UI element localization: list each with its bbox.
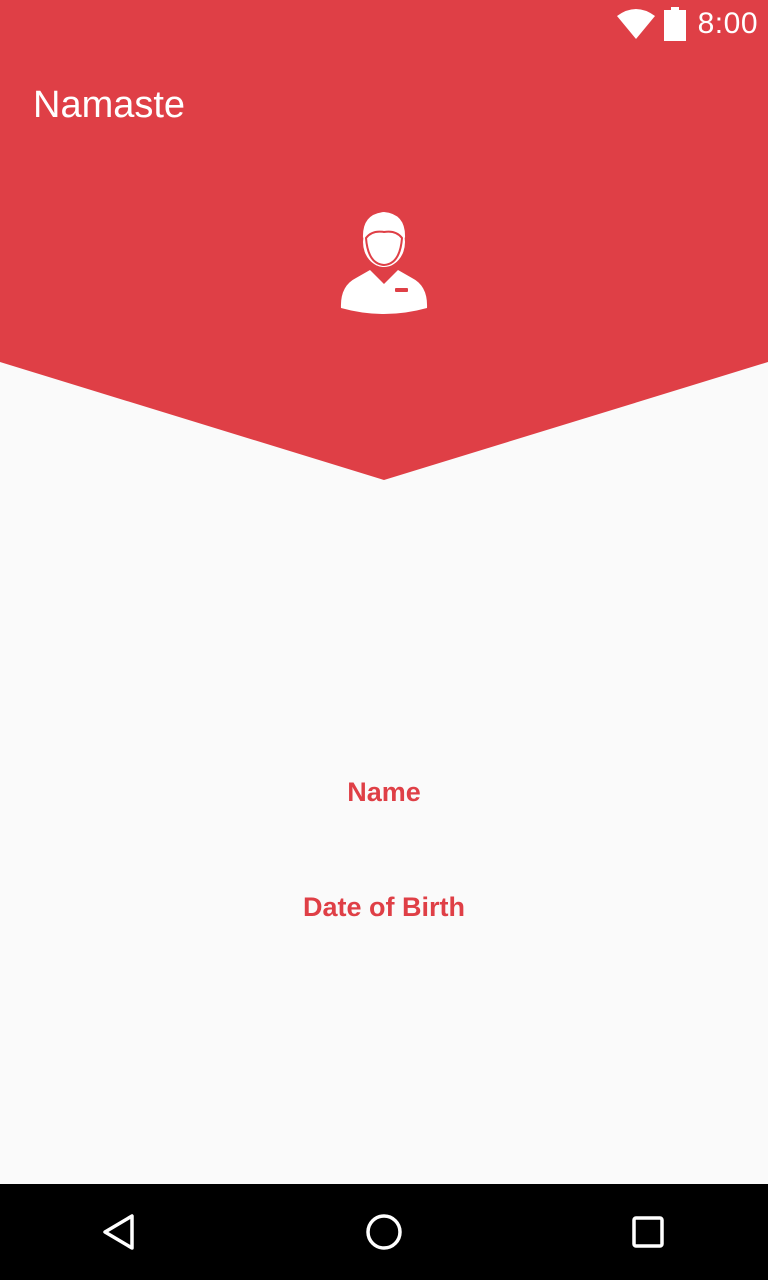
status-time: 8:00 [697,7,758,40]
navigation-bar [0,1184,768,1280]
date-of-birth-label: Date of Birth [303,892,465,922]
battery-icon [663,7,686,41]
home-button[interactable] [354,1202,414,1262]
app-title: Namaste [33,84,186,126]
status-bar: 8:00 [0,0,768,48]
recents-button[interactable] [618,1202,678,1262]
name-label: Name [347,777,421,807]
back-icon [103,1214,134,1250]
wifi-icon [616,9,655,39]
user-avatar-icon[interactable] [338,208,430,314]
recents-icon [632,1216,664,1248]
home-icon [366,1214,402,1250]
back-button[interactable] [90,1202,150,1262]
screen: 8:00 Namaste Name Date of Birth [0,0,768,1280]
